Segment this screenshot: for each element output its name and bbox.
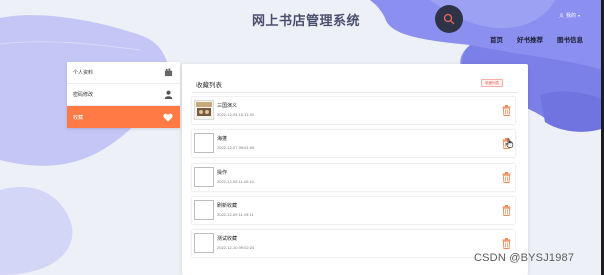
favorite-item[interactable]: 测试收藏 2022-12-10 09:02:24 (192, 230, 515, 257)
nav-item-books[interactable]: 图书信息 (557, 34, 583, 44)
heart-icon (163, 112, 173, 122)
id-card-icon (163, 68, 173, 78)
favorite-item-time: 2022-12-09 11:19:11 (217, 212, 254, 217)
search-icon (443, 13, 455, 25)
sidebar-item-label: 收藏 (73, 114, 84, 121)
top-header: 网上书店管理系统 我的 ▾ 首页 好书推荐 图书信息 (0, 0, 604, 48)
book-cover-image[interactable] (194, 133, 214, 153)
book-cover-icon (196, 102, 212, 116)
favorite-item-name: 海蓬 (217, 136, 228, 142)
sidebar-item-favorites[interactable]: 收藏 (67, 106, 180, 128)
top-nav: 首页 好书推荐 图书信息 (490, 34, 583, 44)
site-title: 网上书店管理系统 (252, 13, 361, 28)
book-cover-image[interactable] (194, 233, 214, 253)
search-button[interactable] (435, 5, 463, 33)
favorite-item-time: 2022-12-09 11:10:10 (217, 179, 254, 184)
favorites-panel: 收藏列表 收藏列表 三国演义 2022-12-04 15:11:30 海蓬 20… (182, 64, 528, 275)
book-cover-image[interactable] (194, 167, 214, 187)
nav-item-recommend[interactable]: 好书推荐 (517, 34, 543, 44)
divider (192, 92, 518, 93)
sidebar-item-password[interactable]: 密码修改 (67, 84, 180, 106)
favorite-item[interactable]: 海蓬 2022-12-07 09:01:09 (192, 130, 515, 157)
favorite-item-name: 三国演义 (217, 103, 238, 109)
user-icon (163, 90, 173, 100)
sidebar-menu: 个人资料 密码修改 收藏 (67, 62, 180, 128)
watermark: CSDN @BYSJ1987 (474, 252, 575, 264)
chevron-down-icon: ▾ (578, 13, 581, 18)
trash-icon[interactable] (502, 205, 511, 216)
nav-item-home[interactable]: 首页 (490, 34, 503, 44)
favorite-item-time: 2022-12-04 15:11:30 (217, 112, 254, 117)
book-cover-image[interactable] (194, 100, 214, 120)
sidebar-item-label: 个人资料 (73, 70, 94, 76)
favorite-item[interactable]: 三国演义 2022-12-04 15:11:30 (192, 97, 515, 124)
favorite-item-name: 操作 (217, 170, 228, 176)
favorite-item-name: 刷新收藏 (217, 203, 238, 209)
trash-icon[interactable] (502, 105, 511, 116)
favorite-item[interactable]: 操作 2022-12-09 11:10:10 (192, 164, 515, 191)
favorite-item-time: 2022-12-10 09:02:24 (217, 245, 255, 250)
sidebar-item-label: 密码修改 (73, 92, 94, 98)
panel-tag[interactable]: 收藏列表 (481, 79, 503, 87)
favorite-item-time: 2022-12-07 09:01:09 (217, 145, 255, 150)
hand-cursor-icon (505, 138, 514, 148)
user-menu-label: 我的 (566, 13, 577, 19)
trash-icon[interactable] (502, 238, 511, 249)
trash-icon[interactable] (502, 172, 511, 183)
user-menu[interactable]: 我的 ▾ (559, 12, 580, 19)
user-icon (559, 13, 564, 18)
book-cover-image[interactable] (194, 200, 214, 220)
favorite-item[interactable]: 刷新收藏 2022-12-09 11:19:11 (192, 197, 515, 224)
sidebar-item-profile[interactable]: 个人资料 (67, 62, 180, 84)
panel-title: 收藏列表 (196, 82, 222, 89)
favorite-item-name: 测试收藏 (217, 236, 238, 242)
